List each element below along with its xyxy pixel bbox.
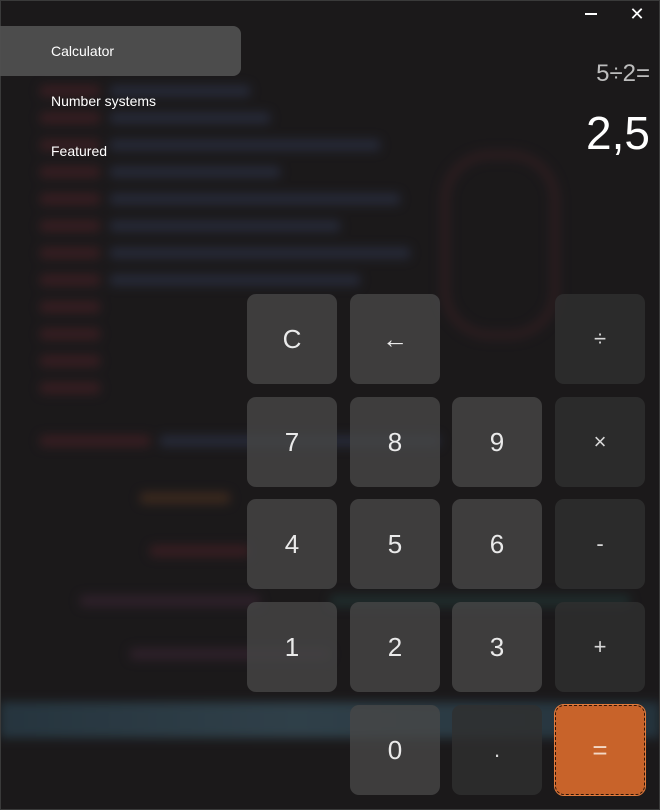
result-display: 2,5 [586, 107, 650, 159]
digit-7-button[interactable]: 7 [247, 397, 337, 487]
plus-button[interactable]: + [555, 602, 645, 692]
nav-item-label: Featured [51, 143, 108, 159]
digit-1-button[interactable]: 1 [247, 602, 337, 692]
digit-8-button[interactable]: 8 [350, 397, 440, 487]
backspace-button[interactable]: ← [350, 294, 440, 384]
nav-item-calculator[interactable]: Calculator [0, 26, 241, 76]
digit-2-button[interactable]: 2 [350, 602, 440, 692]
nav-item-number-systems[interactable]: Number systems [0, 76, 241, 126]
digit-3-button[interactable]: 3 [452, 602, 542, 692]
expression-display: 5÷2= [596, 60, 650, 87]
nav-item-label: Number systems [51, 93, 157, 109]
digit-9-button[interactable]: 9 [452, 397, 542, 487]
digit-4-button[interactable]: 4 [247, 499, 337, 589]
digit-6-button[interactable]: 6 [452, 499, 542, 589]
decimal-button[interactable]: . [452, 705, 542, 795]
digit-5-button[interactable]: 5 [350, 499, 440, 589]
navigation-menu: Calculator Number systems Featured [0, 26, 241, 176]
multiply-button[interactable]: × [555, 397, 645, 487]
clear-button[interactable]: C [247, 294, 337, 384]
close-button[interactable]: ✕ [614, 0, 660, 28]
minus-button[interactable]: - [555, 499, 645, 589]
divide-button[interactable]: ÷ [555, 294, 645, 384]
minimize-icon [585, 13, 597, 15]
digit-0-button[interactable]: 0 [350, 705, 440, 795]
nav-item-label: Calculator [51, 43, 115, 59]
close-icon: ✕ [629, 4, 645, 24]
equals-button[interactable]: = [554, 704, 646, 796]
window-controls: ✕ [568, 0, 660, 28]
nav-item-featured[interactable]: Featured [0, 126, 241, 176]
minimize-button[interactable] [568, 0, 614, 28]
